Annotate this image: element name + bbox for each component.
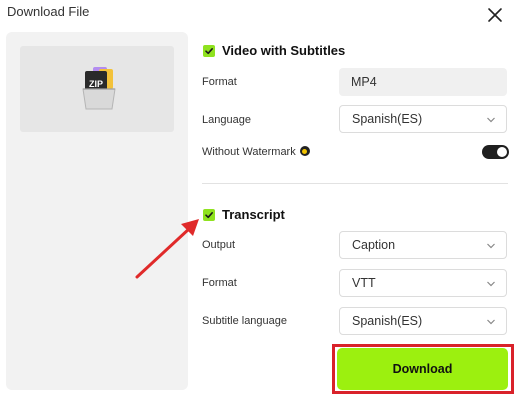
subtitle-language-label: Subtitle language bbox=[202, 315, 288, 327]
premium-crown-icon bbox=[299, 146, 310, 156]
close-icon[interactable] bbox=[486, 6, 504, 24]
toggle-knob bbox=[497, 147, 507, 157]
language-value: Spanish(ES) bbox=[352, 112, 423, 126]
chevron-down-icon bbox=[487, 319, 495, 325]
language-select[interactable]: Spanish(ES) bbox=[339, 105, 507, 133]
chevron-down-icon bbox=[487, 281, 495, 287]
zip-file-icon: ZIP bbox=[79, 63, 119, 111]
video-subtitles-checkbox[interactable] bbox=[203, 44, 215, 57]
checkmark-icon bbox=[205, 47, 213, 54]
transcript-format-value: VTT bbox=[352, 276, 376, 290]
video-section-header: Video with Subtitles bbox=[203, 43, 345, 58]
output-select[interactable]: Caption bbox=[339, 231, 507, 259]
download-button[interactable]: Download bbox=[337, 348, 508, 390]
chevron-down-icon bbox=[487, 117, 495, 123]
video-section-title: Video with Subtitles bbox=[222, 43, 346, 58]
language-label: Language bbox=[202, 114, 251, 126]
video-format-field: MP4 bbox=[339, 68, 507, 96]
transcript-format-select[interactable]: VTT bbox=[339, 269, 507, 297]
transcript-checkbox[interactable] bbox=[203, 208, 215, 221]
transcript-section-header: Transcript bbox=[203, 207, 285, 222]
preview-thumbnail: ZIP bbox=[20, 46, 174, 132]
zip-icon-label: ZIP bbox=[89, 79, 103, 89]
section-divider bbox=[202, 183, 508, 184]
video-format-value: MP4 bbox=[351, 75, 377, 89]
preview-panel: ZIP bbox=[6, 32, 188, 390]
subtitle-language-value: Spanish(ES) bbox=[352, 314, 423, 328]
output-label: Output bbox=[202, 239, 236, 251]
dialog-title: Download File bbox=[7, 4, 90, 19]
without-watermark-toggle[interactable] bbox=[482, 145, 509, 159]
transcript-format-label: Format bbox=[202, 277, 237, 289]
output-value: Caption bbox=[352, 238, 396, 252]
format-label: Format bbox=[202, 76, 237, 88]
subtitle-language-select[interactable]: Spanish(ES) bbox=[339, 307, 507, 335]
chevron-down-icon bbox=[487, 243, 495, 249]
checkmark-icon bbox=[205, 211, 213, 218]
without-watermark-label: Without Watermark bbox=[202, 146, 296, 158]
without-watermark-row: Without Watermark bbox=[202, 146, 310, 158]
transcript-section-title: Transcript bbox=[222, 207, 285, 222]
